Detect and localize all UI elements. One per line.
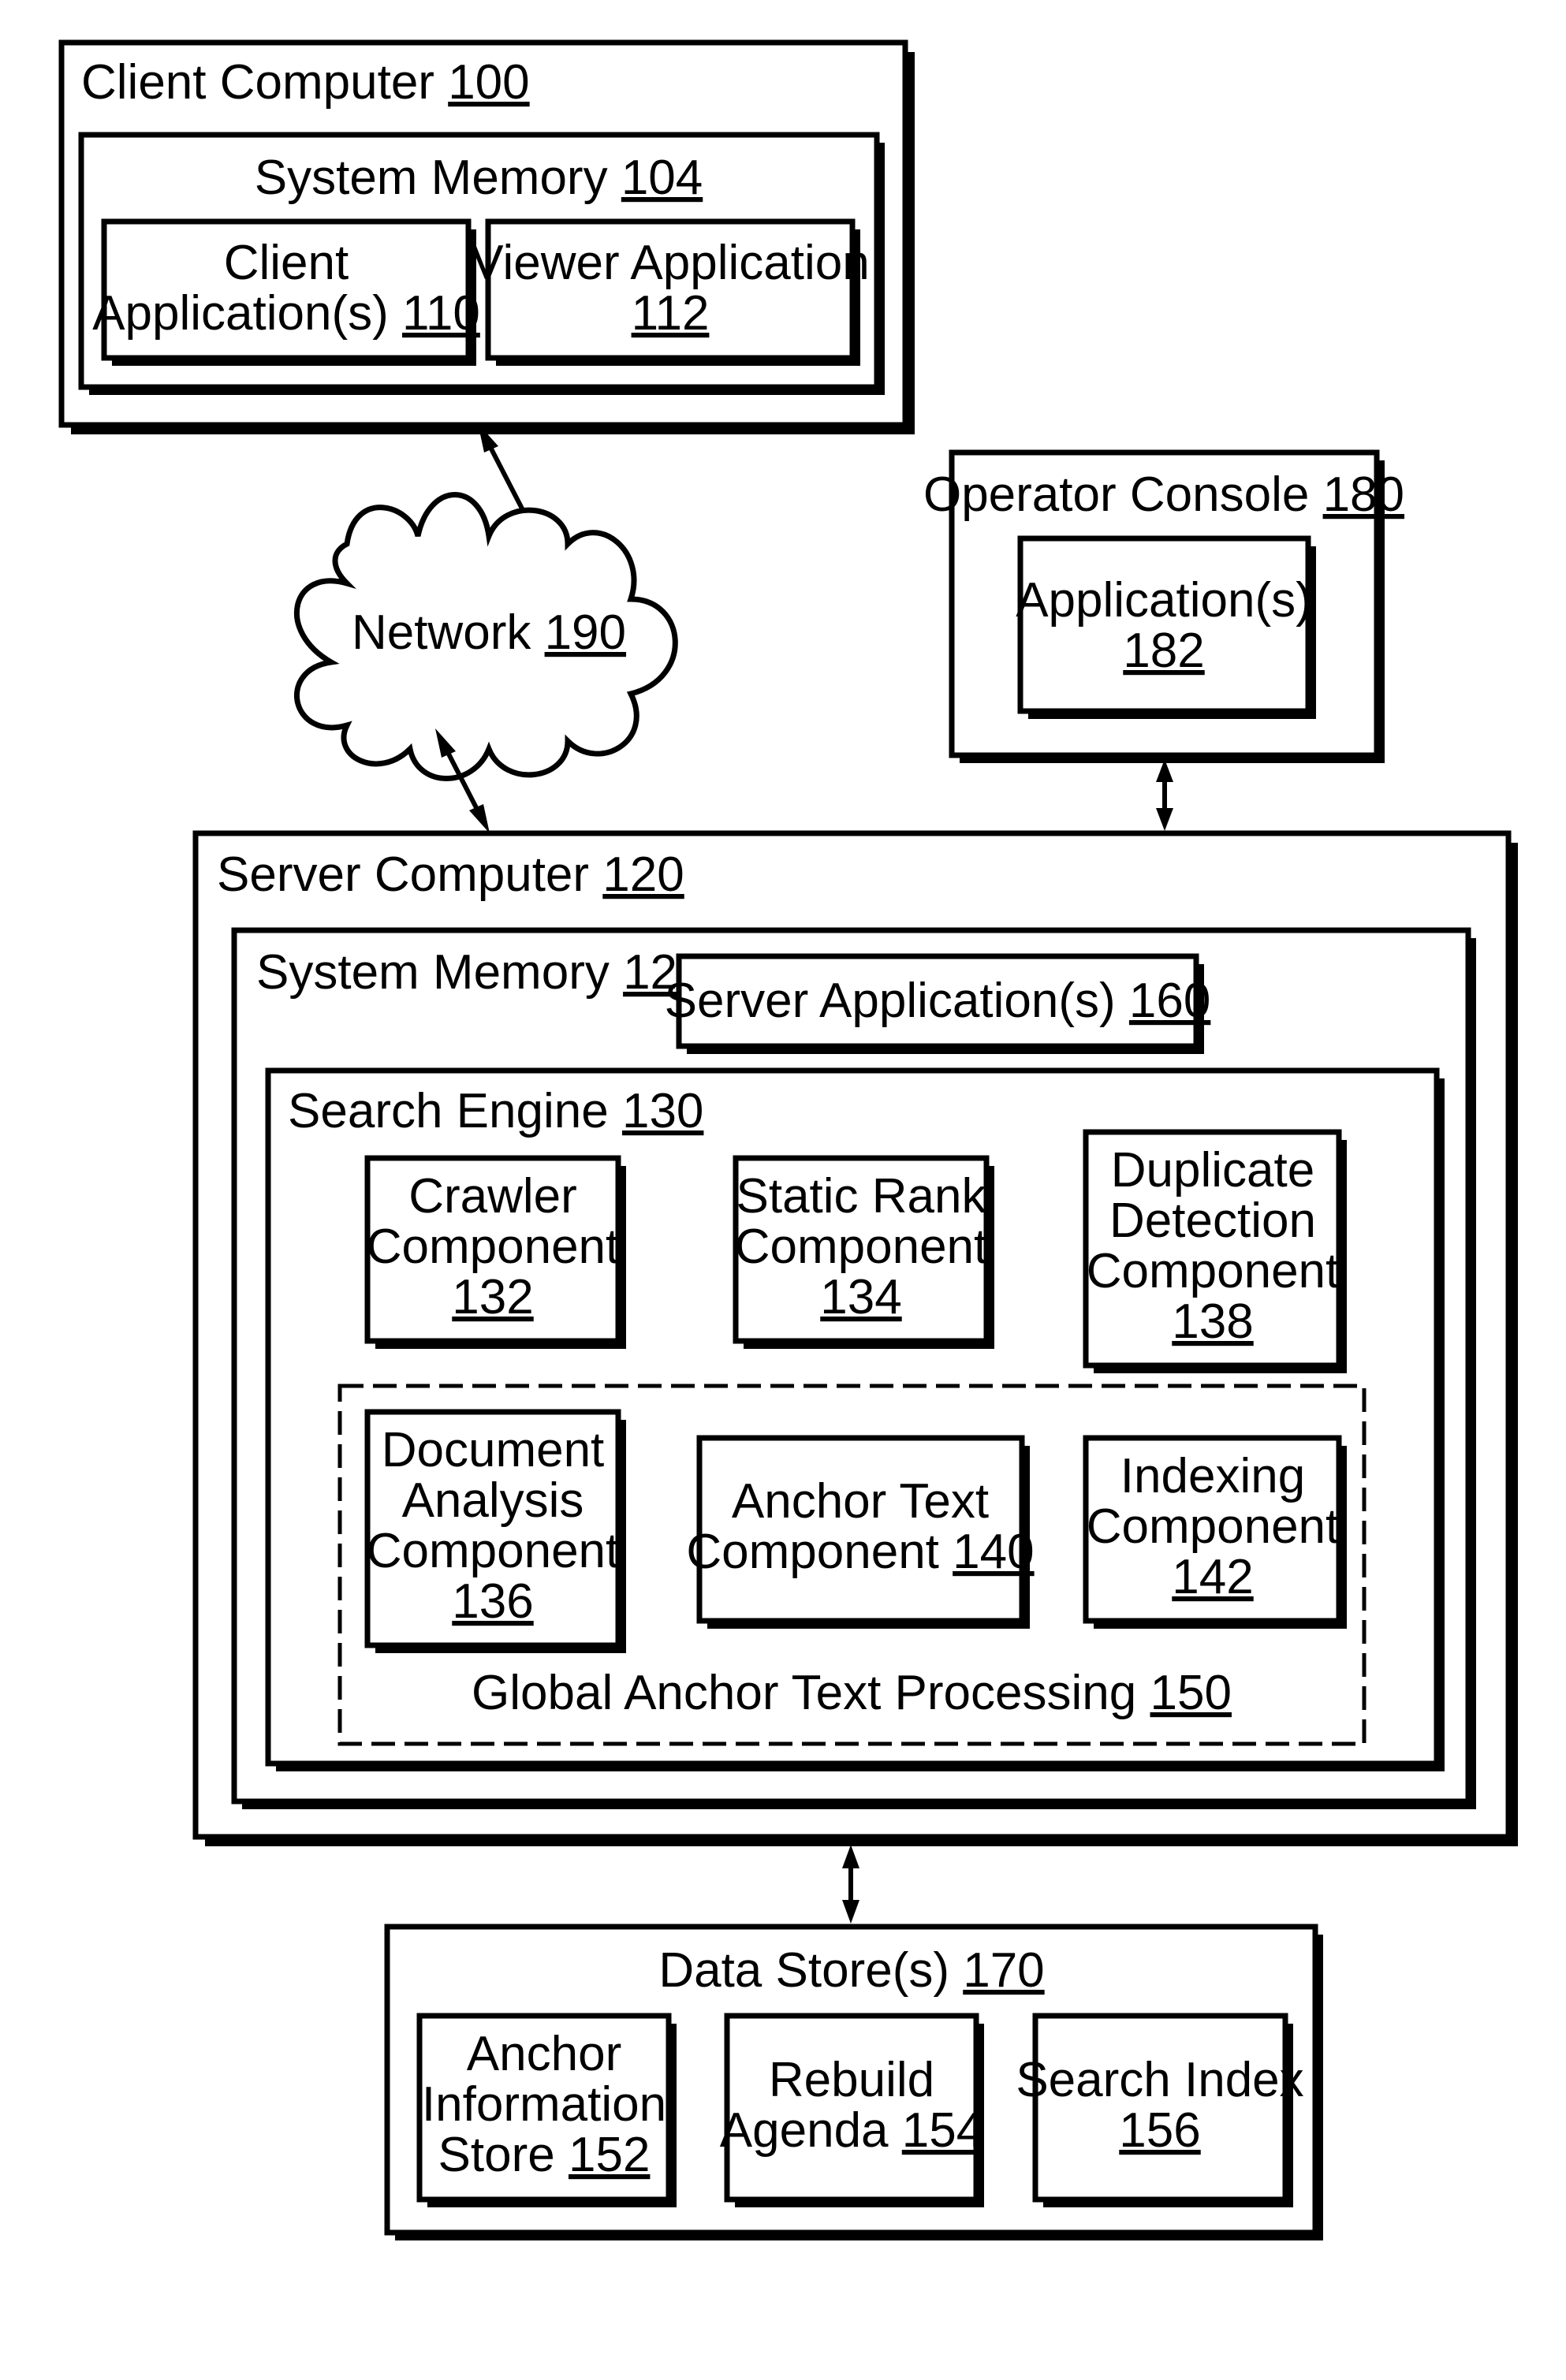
global-anchor-text-processing-label: Global Anchor Text Processing 150 (472, 1666, 1232, 1720)
server-datastore-arrow (842, 1845, 859, 1924)
client-applications-line1: Client (224, 236, 349, 290)
anchor-information-store-box: Anchor Information Store 152 (416, 2013, 677, 2207)
client-applications-line2: Application(s) 110 (92, 286, 480, 341)
search-index-ref: 156 (1119, 2103, 1200, 2158)
static-rank-component-ref: 134 (820, 1270, 901, 1324)
anchor-text-component-line1: Anchor Text (732, 1474, 989, 1529)
anchor-text-component-box: Anchor Text Component 140 (686, 1435, 1035, 1629)
document-analysis-line1: Document (382, 1423, 605, 1477)
crawler-component-line2: Component (367, 1220, 620, 1274)
search-engine-label: Search Engine 130 (288, 1084, 703, 1138)
client-applications-box: Client Application(s) 110 (92, 218, 480, 366)
static-rank-component-line2: Component (735, 1220, 988, 1274)
anchor-information-store-line1: Anchor (467, 2027, 621, 2081)
duplicate-detection-line2: Detection (1109, 1194, 1316, 1248)
indexing-component-line1: Indexing (1120, 1449, 1305, 1503)
rebuild-agenda-box: Rebuild Agenda 154 (720, 2013, 984, 2207)
client-system-memory-label: System Memory 104 (255, 151, 703, 205)
document-analysis-ref: 136 (452, 1574, 533, 1629)
operator-applications-line1: Application(s) (1016, 573, 1312, 628)
viewer-application-box: Viewer Application 112 (471, 218, 870, 366)
duplicate-detection-component-box: Duplicate Detection Component 138 (1083, 1129, 1347, 1373)
crawler-component-box: Crawler Component 132 (364, 1155, 626, 1349)
rebuild-agenda-line2: Agenda 154 (720, 2103, 983, 2158)
operator-applications-ref: 182 (1123, 624, 1204, 678)
crawler-component-ref: 132 (452, 1270, 533, 1324)
viewer-application-ref: 112 (632, 286, 710, 341)
operator-server-arrow (1156, 759, 1173, 831)
operator-console-label: Operator Console 180 (923, 467, 1404, 522)
system-architecture-diagram: Client Computer 100 System Memory 104 Cl… (58, 39, 1518, 2240)
operator-applications-box: Application(s) 182 (1016, 535, 1316, 719)
data-stores-label: Data Store(s) 170 (658, 1943, 1044, 1998)
client-computer-label: Client Computer 100 (81, 55, 530, 110)
duplicate-detection-ref: 138 (1172, 1294, 1253, 1349)
search-index-line1: Search Index (1016, 2053, 1303, 2107)
static-rank-component-box: Static Rank Component 134 (733, 1155, 994, 1349)
crawler-component-line1: Crawler (408, 1169, 577, 1224)
server-applications-box: Server Application(s) 160 (665, 953, 1211, 1054)
anchor-text-component-line2: Component 140 (686, 1525, 1034, 1579)
server-computer-label: Server Computer 120 (217, 847, 684, 902)
anchor-information-store-line3: Store 152 (438, 2128, 651, 2182)
indexing-component-ref: 142 (1172, 1550, 1253, 1604)
anchor-information-store-line2: Information (422, 2077, 666, 2132)
indexing-component-line2: Component (1087, 1499, 1340, 1554)
server-applications-label: Server Application(s) 160 (665, 974, 1211, 1028)
duplicate-detection-line1: Duplicate (1111, 1143, 1314, 1197)
viewer-application-line1: Viewer Application (471, 236, 870, 290)
server-system-memory-label: System Memory 122 (256, 945, 705, 1000)
network-label: Network 190 (352, 605, 626, 660)
document-analysis-line2: Analysis (402, 1473, 584, 1528)
document-analysis-component-box: Document Analysis Component 136 (364, 1409, 626, 1653)
indexing-component-box: Indexing Component 142 (1083, 1435, 1347, 1629)
duplicate-detection-line3: Component (1087, 1244, 1340, 1298)
network-cloud: Network 190 (293, 492, 678, 781)
static-rank-component-line1: Static Rank (736, 1169, 986, 1224)
search-index-box: Search Index 156 (1016, 2013, 1304, 2207)
document-analysis-line3: Component (367, 1524, 620, 1578)
rebuild-agenda-line1: Rebuild (769, 2053, 934, 2107)
